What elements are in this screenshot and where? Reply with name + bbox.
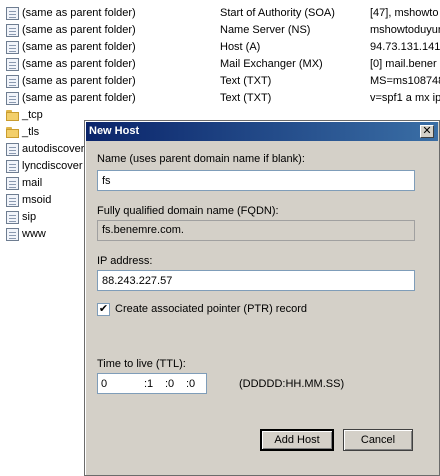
folder-icon [6, 109, 19, 122]
record-row[interactable]: (same as parent folder) Text (TXT) MS=ms10… [0, 73, 440, 89]
record-type: Start of Authority (SOA) [220, 7, 335, 19]
record-row[interactable]: (same as parent folder) Mail Exchanger (M… [0, 56, 440, 72]
record-type: Mail Exchanger (MX) [220, 58, 323, 70]
record-name: www [22, 228, 46, 240]
record-data: [0] mail.bener [370, 58, 437, 70]
ttl-seconds[interactable]: :0 [186, 377, 195, 391]
ptr-checkbox-label[interactable]: Create associated pointer (PTR) record [115, 303, 307, 316]
cancel-button[interactable]: Cancel [343, 429, 413, 451]
record-data: v=spf1 a mx ip [370, 92, 440, 104]
dns-record-icon [6, 41, 19, 54]
dns-record-icon [6, 177, 19, 190]
name-label: Name (uses parent domain name if blank): [97, 153, 305, 165]
folder-icon [6, 126, 19, 139]
record-name: autodiscover [22, 143, 85, 155]
record-row[interactable]: (same as parent folder) Host (A) 94.73.131… [0, 39, 440, 55]
record-data: [47], mshowto [370, 7, 439, 19]
new-host-dialog: New Host ✕ Name (uses parent domain name… [84, 120, 440, 476]
record-type: Host (A) [220, 41, 261, 53]
record-name: msoid [22, 194, 52, 206]
ttl-format-hint: (DDDDD:HH.MM.SS) [239, 378, 345, 390]
record-name: _tls [22, 126, 40, 138]
record-name: (same as parent folder) [22, 41, 136, 53]
name-input[interactable] [97, 170, 415, 191]
record-name: (same as parent folder) [22, 92, 136, 104]
record-name: (same as parent folder) [22, 7, 136, 19]
ip-address-input[interactable] [97, 270, 415, 291]
record-name: (same as parent folder) [22, 24, 136, 36]
dns-record-icon [6, 194, 19, 207]
fqdn-label: Fully qualified domain name (FQDN): [97, 205, 279, 217]
dns-record-icon [6, 228, 19, 241]
record-type: Text (TXT) [220, 92, 272, 104]
record-row[interactable]: (same as parent folder) Start of Authorit… [0, 5, 440, 21]
ip-address-label: IP address: [97, 255, 153, 267]
ttl-input[interactable]: 0 :1 :0 :0 [97, 373, 207, 394]
record-type: Name Server (NS) [220, 24, 311, 36]
record-name: sip [22, 211, 37, 223]
record-name: lyncdiscover [22, 160, 83, 172]
record-row[interactable]: (same as parent folder) Text (TXT) v=spf1 … [0, 90, 440, 106]
record-name: (same as parent folder) [22, 58, 136, 70]
ptr-checkbox[interactable]: ✔ [97, 303, 110, 316]
ttl-days[interactable]: 0 [101, 377, 107, 391]
record-data: mshowtoduyur [370, 24, 440, 36]
dns-record-icon [6, 160, 19, 173]
dns-record-icon [6, 7, 19, 20]
dialog-title: New Host [89, 125, 140, 137]
dns-record-icon [6, 211, 19, 224]
record-row[interactable]: (same as parent folder) Name Server (NS) m… [0, 22, 440, 38]
record-data: 94.73.131.141 [370, 41, 440, 53]
record-name: mail [22, 177, 43, 189]
ttl-label: Time to live (TTL): [97, 358, 186, 370]
ttl-hours[interactable]: :1 [144, 377, 153, 391]
close-icon[interactable]: ✕ [420, 125, 434, 138]
record-name: _tcp [22, 109, 43, 121]
dns-record-icon [6, 143, 19, 156]
dns-record-icon [6, 24, 19, 37]
record-name: (same as parent folder) [22, 75, 136, 87]
dns-record-icon [6, 58, 19, 71]
dns-record-icon [6, 75, 19, 88]
fqdn-field: fs.benemre.com. [97, 220, 415, 241]
checkmark-icon: ✔ [98, 303, 109, 315]
add-host-button[interactable]: Add Host [260, 429, 334, 451]
ttl-minutes[interactable]: :0 [165, 377, 174, 391]
record-type: Text (TXT) [220, 75, 272, 87]
dns-record-icon [6, 92, 19, 105]
record-data: MS=ms108748 [370, 75, 440, 87]
dialog-titlebar[interactable]: New Host ✕ [86, 122, 438, 141]
